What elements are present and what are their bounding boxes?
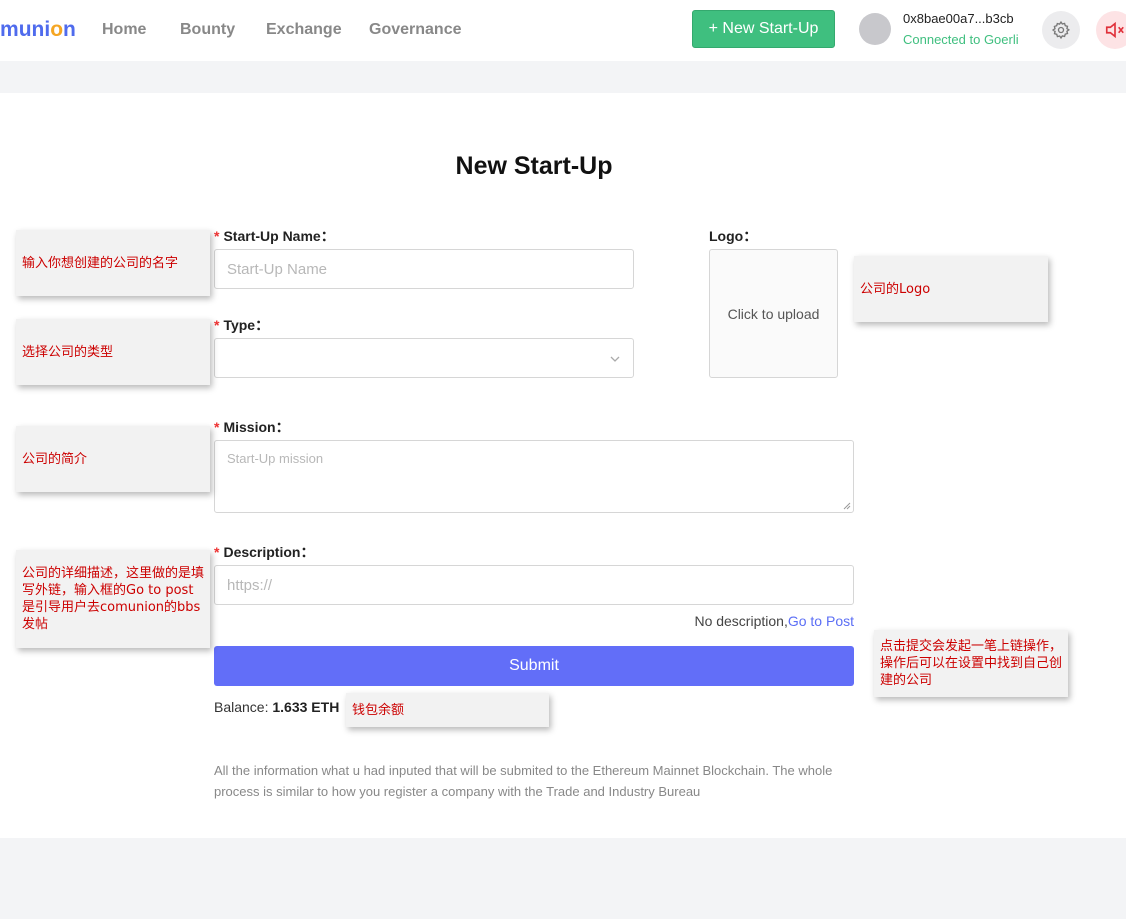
mission-label: * Mission： (214, 419, 290, 435)
sound-button[interactable] (1096, 11, 1126, 49)
mission-placeholder: Start-Up mission (227, 451, 324, 466)
wallet-address: 0x8bae00a7...b3cb (903, 11, 1014, 26)
annotation-logo: 公司的Logo (854, 256, 1048, 322)
resize-handle-icon[interactable] (843, 502, 851, 510)
wallet-balance: Balance: 1.633 ETH (214, 699, 340, 715)
type-select[interactable] (214, 338, 634, 378)
nav-home[interactable]: Home (102, 21, 146, 39)
connection-status: Connected to Goerli (903, 32, 1019, 47)
name-label: * Start-Up Name： (214, 228, 335, 244)
info-text: All the information what u had inputed t… (214, 763, 833, 799)
annotation-submit: 点击提交会发起一笔上链操作，操作后可以在设置中找到自己创建的公司 (874, 630, 1068, 697)
required-mark: * (214, 317, 220, 333)
nav-bounty[interactable]: Bounty (180, 21, 235, 39)
chevron-down-icon (610, 356, 620, 362)
annotation-balance: 钱包余额 (346, 693, 549, 727)
description-hint: No description,Go to Post (694, 613, 854, 629)
new-startup-button[interactable]: + New Start-Up (692, 10, 835, 48)
logo-upload[interactable]: Click to upload (709, 249, 838, 378)
nav-exchange[interactable]: Exchange (266, 21, 342, 39)
settings-button[interactable] (1042, 11, 1080, 49)
required-mark: * (214, 419, 220, 435)
annotation-type: 选择公司的类型 (16, 319, 210, 385)
nav-governance[interactable]: Governance (369, 21, 461, 39)
top-header: munion Home Bounty Exchange Governance +… (0, 0, 1126, 61)
speaker-icon (1105, 21, 1124, 39)
type-label: * Type： (214, 317, 270, 333)
required-mark: * (214, 228, 220, 244)
submit-button[interactable]: Submit (214, 646, 854, 686)
page-title: New Start-Up (455, 152, 613, 180)
go-to-post-link[interactable]: Go to Post (788, 613, 854, 629)
mission-textarea[interactable]: Start-Up mission (214, 440, 854, 513)
description-input[interactable]: https:// (214, 565, 854, 605)
annotation-description: 公司的详细描述，这里做的是填写外链，输入框的Go to post 是引导用户去c… (16, 550, 210, 648)
balance-value: 1.633 ETH (272, 699, 340, 715)
brand-logo[interactable]: munion (0, 18, 76, 42)
gear-icon (1051, 20, 1071, 40)
annotation-name: 输入你想创建的公司的名字 (16, 230, 210, 296)
annotation-mission: 公司的简介 (16, 426, 210, 492)
required-mark: * (214, 544, 220, 560)
description-label: * Description： (214, 544, 315, 560)
avatar[interactable] (859, 13, 891, 45)
startup-name-input[interactable]: Start-Up Name (214, 249, 634, 289)
logo-label: Logo： (709, 228, 758, 244)
